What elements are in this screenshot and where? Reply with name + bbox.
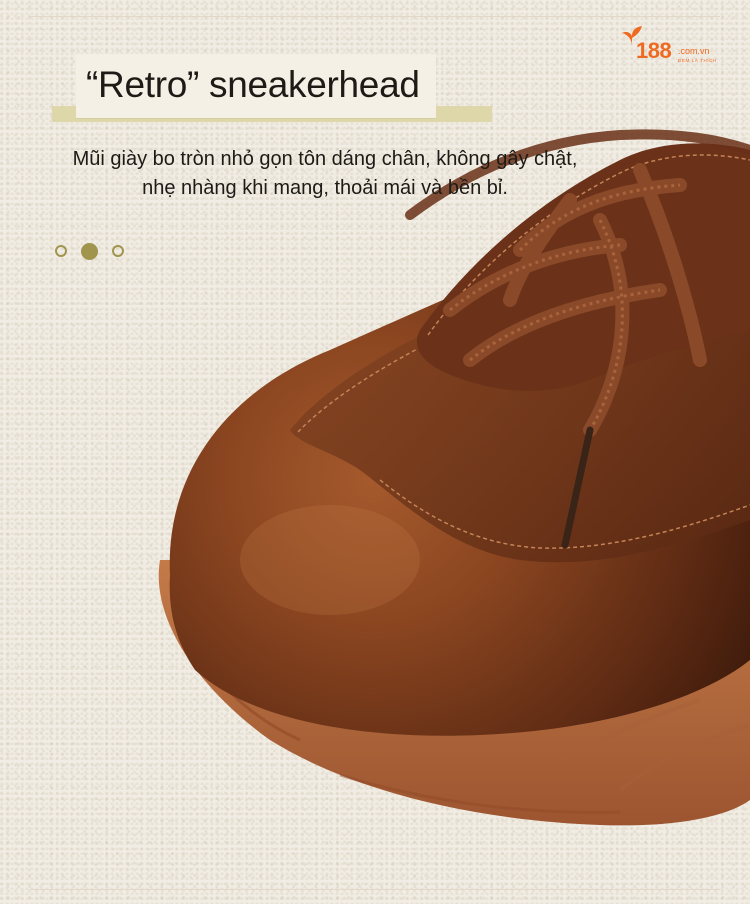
carousel-dot-3[interactable]: [112, 245, 124, 257]
product-banner: 188 .com.vn ĐEM LÀ THÍCH “Retro” sneaker…: [0, 0, 750, 904]
carousel-dot-2[interactable]: [81, 243, 98, 260]
product-description: Mũi giày bo tròn nhỏ gọn tôn dáng chân, …: [10, 145, 640, 203]
description-line-1: Mũi giày bo tròn nhỏ gọn tôn dáng chân, …: [72, 148, 578, 170]
page-title: “Retro” sneakerhead: [86, 64, 420, 105]
brand-tld: .com.vn: [678, 46, 710, 56]
brand-logo[interactable]: 188 .com.vn ĐEM LÀ THÍCH: [620, 22, 732, 68]
brand-slogan: ĐEM LÀ THÍCH: [678, 58, 717, 63]
brand-name: 188: [636, 38, 672, 63]
description-line-2: nhẹ nhàng khi mang, thoải mái và bền bỉ.: [142, 177, 508, 199]
carousel-dot-1[interactable]: [55, 245, 67, 257]
carousel-indicator: [55, 243, 124, 260]
shoe-image: [158, 129, 750, 826]
